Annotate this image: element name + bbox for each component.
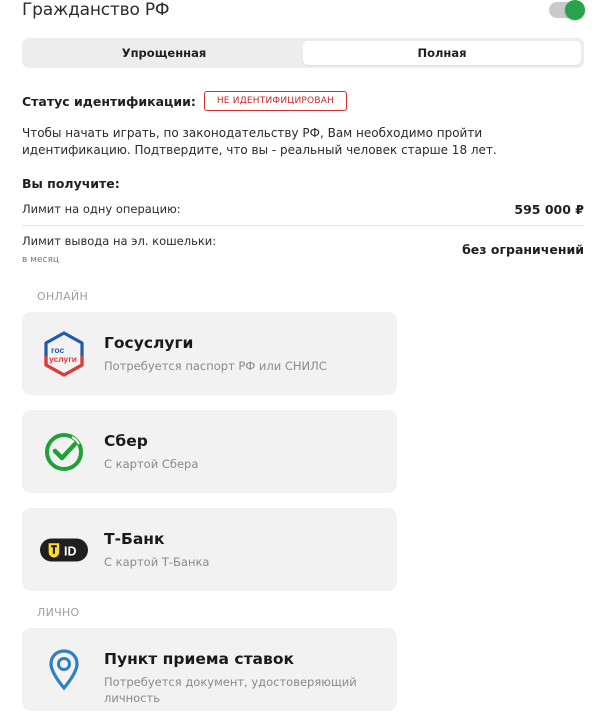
section-label-personal: ЛИЧНО xyxy=(37,606,80,619)
status-badge: НЕ ИДЕНТИФИЦИРОВАН xyxy=(203,91,348,111)
limit-sublabel: в месяц xyxy=(22,255,59,265)
method-title: Госуслуги xyxy=(104,334,194,352)
method-card-betting-point[interactable]: Пункт приема ставок Потребуется документ… xyxy=(22,628,397,711)
page-title: Гражданство РФ xyxy=(22,0,170,20)
status-label: Статус идентификации: xyxy=(22,93,196,109)
limit-label: Лимит вывода на эл. кошельки: xyxy=(22,234,217,248)
gosuslugi-icon-text-bottom: услуги xyxy=(49,354,77,364)
section-label-online: ОНЛАЙН xyxy=(37,290,89,303)
receive-title: Вы получите: xyxy=(22,176,120,191)
limit-value: без ограничений xyxy=(462,242,584,257)
location-pin-icon xyxy=(40,646,88,694)
limit-row-operation: Лимит на одну операцию: 595 000 ₽ xyxy=(22,202,584,226)
identification-status: Статус идентификации: НЕ ИДЕНТИФИЦИРОВАН xyxy=(22,91,348,111)
tab-simplified[interactable]: Упрощенная xyxy=(25,41,303,65)
limit-value: 595 000 ₽ xyxy=(514,202,584,217)
method-subtitle: Потребуется документ, удостоверяющий лич… xyxy=(104,675,357,705)
sber-icon xyxy=(40,428,88,476)
method-title: Т-Банк xyxy=(104,530,165,548)
limit-row-wallet: Лимит вывода на эл. кошельки: в месяц бе… xyxy=(22,234,584,265)
method-subtitle: Потребуется паспорт РФ или СНИЛС xyxy=(104,359,327,373)
method-subtitle: С картой Сбера xyxy=(104,457,199,471)
identification-type-tabs: Упрощенная Полная xyxy=(22,38,584,68)
gosuslugi-icon: гос услуги xyxy=(40,330,88,378)
tab-full[interactable]: Полная xyxy=(303,41,581,65)
limit-label: Лимит на одну операцию: xyxy=(22,202,181,216)
tbank-id-icon: ID xyxy=(40,526,88,574)
tbank-id-text: ID xyxy=(64,544,76,558)
toggle-knob xyxy=(565,0,585,20)
method-card-gosuslugi[interactable]: гос услуги Госуслуги Потребуется паспорт… xyxy=(22,312,397,395)
method-title: Сбер xyxy=(104,432,148,450)
identification-description: Чтобы начать играть, по законодательству… xyxy=(22,126,497,157)
citizenship-toggle[interactable] xyxy=(549,0,585,20)
method-subtitle: С картой Т-Банка xyxy=(104,555,210,569)
method-card-tbank[interactable]: ID Т-Банк С картой Т-Банка xyxy=(22,508,397,591)
method-card-sber[interactable]: Сбер С картой Сбера xyxy=(22,410,397,493)
method-title: Пункт приема ставок xyxy=(104,650,294,668)
